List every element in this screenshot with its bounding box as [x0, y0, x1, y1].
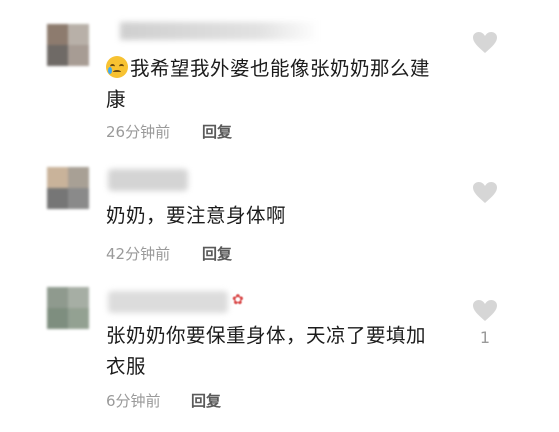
- comment-text-line: 康: [106, 88, 127, 111]
- timestamp: 26分钟前: [106, 123, 171, 141]
- reply-button[interactable]: 回复: [191, 390, 221, 411]
- username-blurred[interactable]: [108, 291, 228, 313]
- comment-item: 奶奶，要注意身体啊 42分钟前 回复: [0, 150, 559, 275]
- like-button[interactable]: 1: [471, 299, 499, 347]
- avatar-tile: [68, 45, 89, 66]
- comment-meta: 26分钟前: [106, 121, 170, 142]
- comment-item: 我希望我外婆也能像张奶奶那么建 康 26分钟前 回复: [0, 0, 559, 150]
- username-blurred[interactable]: [120, 22, 320, 40]
- avatar[interactable]: [47, 24, 89, 66]
- like-count: 1: [479, 328, 491, 347]
- reply-button[interactable]: 回复: [202, 121, 232, 142]
- avatar-tile: [68, 308, 89, 329]
- comment-meta: 42分钟前: [106, 243, 170, 264]
- crying-face-icon: [106, 56, 128, 78]
- avatar[interactable]: [47, 167, 89, 209]
- avatar-tile: [68, 24, 89, 45]
- like-button[interactable]: [471, 31, 499, 60]
- avatar-tile: [47, 308, 68, 329]
- avatar-tile: [47, 188, 68, 209]
- avatar-tile: [68, 188, 89, 209]
- comment-text-line: 衣服: [106, 355, 147, 378]
- avatar-tile: [68, 287, 89, 308]
- avatar-tile: [47, 167, 68, 188]
- comment-text: 奶奶，要注意身体啊: [106, 200, 466, 231]
- heart-icon: [473, 300, 497, 321]
- heart-icon: [473, 182, 497, 203]
- comment-text-line: 我希望我外婆也能像张奶奶那么建: [130, 57, 431, 80]
- comment-text-line: 奶奶，要注意身体啊: [106, 204, 287, 227]
- comment-text-line: 张奶奶你要保重身体，天凉了要填加: [106, 324, 427, 347]
- comment-text: 张奶奶你要保重身体，天凉了要填加 衣服: [106, 320, 446, 382]
- like-button[interactable]: [471, 181, 499, 210]
- avatar-tile: [47, 45, 68, 66]
- avatar-tile: [47, 287, 68, 308]
- avatar-tile: [68, 167, 89, 188]
- reply-button[interactable]: 回复: [202, 243, 232, 264]
- timestamp: 42分钟前: [106, 245, 171, 263]
- comment-item: ✿ 张奶奶你要保重身体，天凉了要填加 衣服 6分钟前 回复 1: [0, 275, 559, 432]
- heart-icon: [473, 32, 497, 53]
- timestamp: 6分钟前: [106, 392, 161, 410]
- comment-meta: 6分钟前: [106, 390, 161, 411]
- comment-text: 我希望我外婆也能像张奶奶那么建 康: [106, 53, 466, 115]
- avatar-tile: [47, 24, 68, 45]
- avatar[interactable]: [47, 287, 89, 329]
- username-blurred[interactable]: [108, 169, 188, 191]
- rose-icon: ✿: [232, 292, 244, 308]
